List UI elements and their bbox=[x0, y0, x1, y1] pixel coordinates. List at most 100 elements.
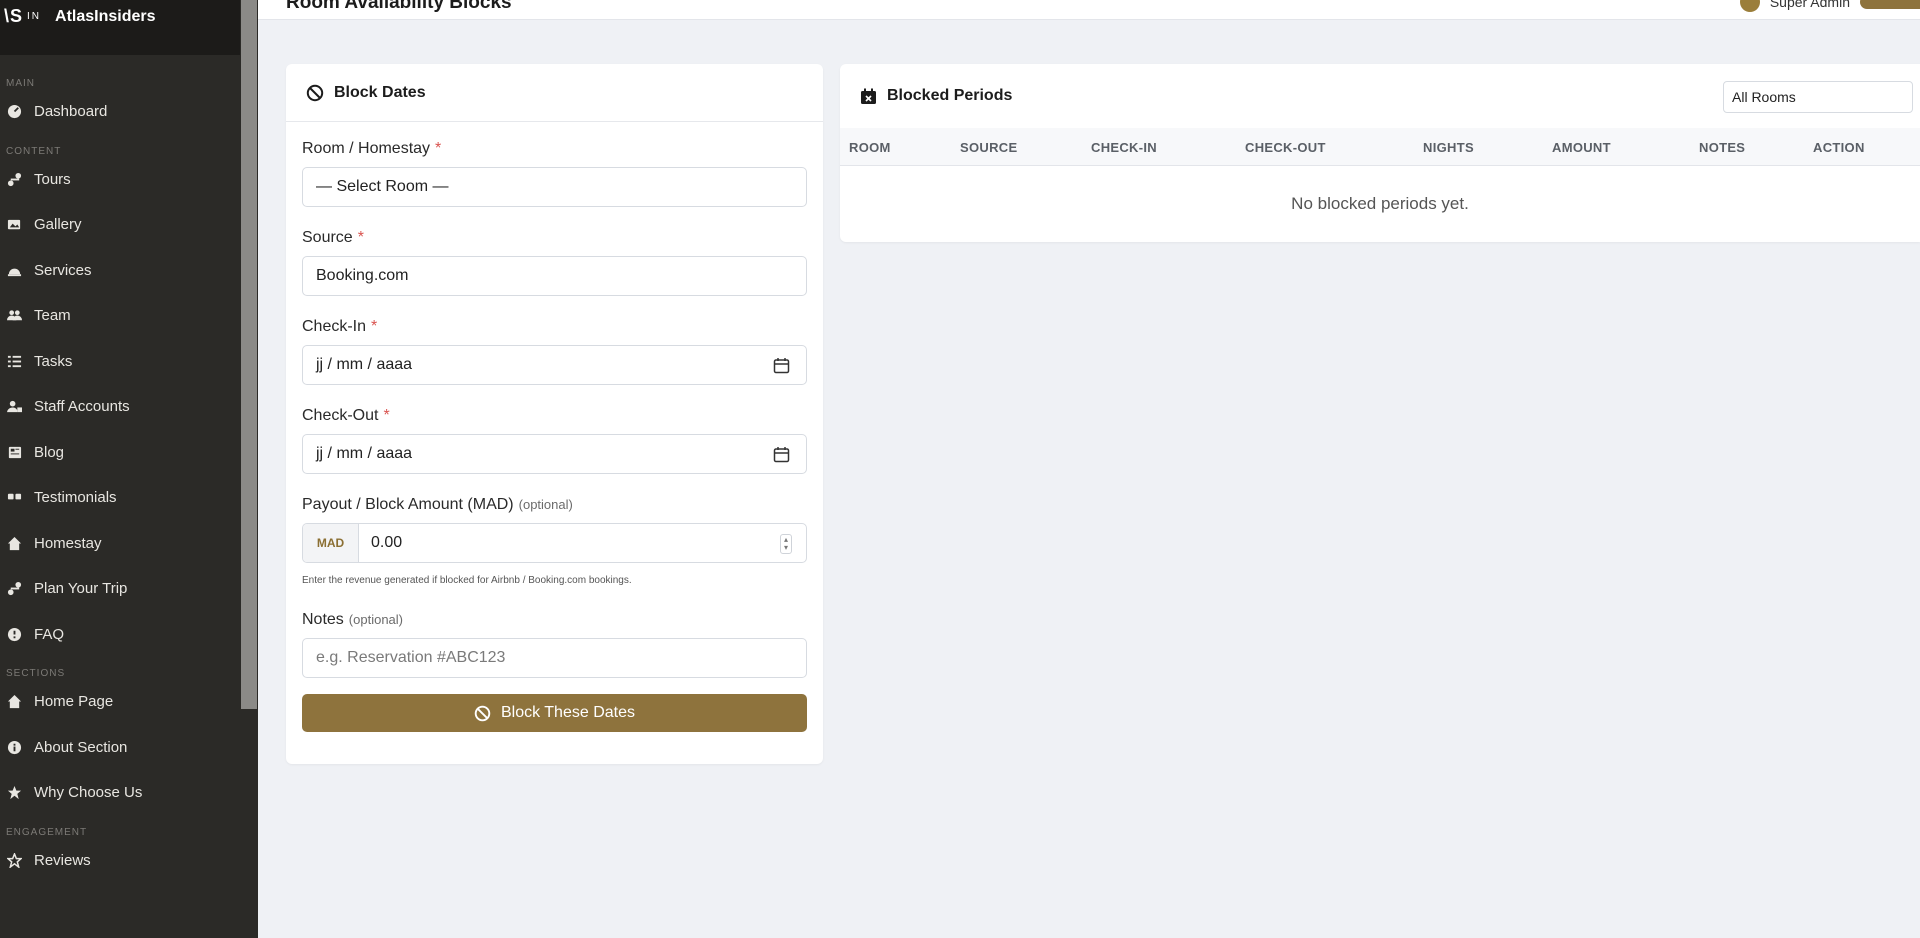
sidebar-item-team[interactable]: Team bbox=[0, 293, 240, 339]
sidebar-item-tours[interactable]: Tours bbox=[0, 157, 240, 203]
block-dates-button[interactable]: Block These Dates bbox=[302, 694, 807, 732]
dashboard-icon bbox=[6, 104, 22, 120]
section-label-engagement: ENGAGEMENT bbox=[6, 826, 88, 838]
quote-icon bbox=[6, 490, 22, 506]
sidebar-scrollbar[interactable] bbox=[240, 0, 258, 938]
brand-logo-small: IN bbox=[27, 11, 42, 22]
home-icon bbox=[6, 694, 22, 710]
room-select[interactable]: — Select Room — bbox=[302, 167, 807, 207]
calendar-icon[interactable] bbox=[773, 357, 790, 374]
topbar: Room Availability Blocks Super Admin bbox=[258, 0, 1920, 20]
sidebar-item-about-section[interactable]: About Section bbox=[0, 725, 240, 771]
star-icon bbox=[6, 785, 22, 801]
calendar-icon[interactable] bbox=[773, 446, 790, 463]
column-header-nights[interactable]: NIGHTS bbox=[1423, 140, 1474, 155]
check-out-label-text: Check-Out bbox=[302, 407, 379, 424]
number-spinner[interactable]: ▴ ▾ bbox=[780, 534, 792, 554]
user-menu[interactable]: Super Admin bbox=[1739, 0, 1920, 12]
sidebar-item-plan-your-trip[interactable]: Plan Your Trip bbox=[0, 566, 240, 612]
list-check-icon bbox=[6, 353, 22, 369]
brand[interactable]: \S IN AtlasInsiders bbox=[0, 0, 240, 55]
required-mark: * bbox=[435, 140, 442, 157]
required-mark: * bbox=[371, 318, 378, 335]
route-icon bbox=[6, 581, 22, 597]
calendar-x-icon bbox=[861, 88, 876, 104]
sidebar-item-label: Testimonials bbox=[34, 489, 117, 507]
source-label-text: Source bbox=[302, 229, 353, 246]
sidebar-item-label: About Section bbox=[34, 738, 128, 756]
sidebar-item-why-choose-us[interactable]: Why Choose Us bbox=[0, 770, 240, 816]
required-mark: * bbox=[383, 407, 390, 424]
sidebar-item-label: Home Page bbox=[34, 693, 114, 711]
route-icon bbox=[6, 171, 22, 187]
column-header-check-out[interactable]: CHECK-OUT bbox=[1245, 140, 1326, 155]
sidebar-item-label: Homestay bbox=[34, 534, 102, 552]
sidebar-item-homestay[interactable]: Homestay bbox=[0, 521, 240, 567]
check-in-label: Check-In * bbox=[302, 318, 807, 336]
sidebar-item-reviews[interactable]: Reviews bbox=[0, 838, 240, 884]
sidebar-item-testimonials[interactable]: Testimonials bbox=[0, 475, 240, 521]
notes-input[interactable]: e.g. Reservation #ABC123 bbox=[302, 638, 807, 678]
sidebar-item-label: Tours bbox=[34, 170, 71, 188]
blocked-periods-title: Blocked Periods bbox=[887, 87, 1013, 104]
sidebar-item-blog[interactable]: Blog bbox=[0, 430, 240, 476]
check-in-date-input[interactable]: jj / mm / aaaa bbox=[302, 345, 807, 385]
currency-prefix: MAD bbox=[303, 524, 359, 562]
check-in-value: jj / mm / aaaa bbox=[316, 356, 413, 373]
column-header-room[interactable]: ROOM bbox=[849, 140, 891, 155]
sidebar-item-label: Reviews bbox=[34, 851, 91, 869]
user-name: Super Admin bbox=[1769, 0, 1850, 10]
user-lock-icon bbox=[6, 399, 22, 415]
section-label-content: CONTENT bbox=[6, 145, 62, 157]
sidebar-item-services[interactable]: Services bbox=[0, 248, 240, 294]
room-filter-select[interactable]: All Rooms bbox=[1723, 81, 1913, 113]
ban-icon bbox=[474, 705, 491, 721]
optional-tag: (optional) bbox=[348, 612, 403, 627]
amount-label: Payout / Block Amount (MAD) (optional) bbox=[302, 496, 807, 514]
block-dates-button-label: Block These Dates bbox=[501, 704, 635, 721]
check-in-label-text: Check-In bbox=[302, 318, 367, 335]
amount-label-text: Payout / Block Amount (MAD) bbox=[302, 496, 514, 513]
sidebar: \S IN AtlasInsiders MAIN Dashboard CONTE… bbox=[0, 0, 258, 938]
ban-icon bbox=[306, 84, 324, 101]
sidebar-item-label: Why Choose Us bbox=[34, 784, 143, 802]
column-header-check-in[interactable]: CHECK-IN bbox=[1091, 140, 1157, 155]
section-label-sections: SECTIONS bbox=[6, 668, 66, 679]
notes-label: Notes (optional) bbox=[302, 611, 807, 629]
amount-hint: Enter the revenue generated if blocked f… bbox=[302, 575, 632, 586]
column-header-source[interactable]: SOURCE bbox=[960, 140, 1017, 155]
sidebar-item-dashboard[interactable]: Dashboard bbox=[0, 89, 240, 135]
sidebar-item-label: Plan Your Trip bbox=[34, 580, 128, 598]
star-outline-icon bbox=[6, 852, 22, 868]
check-out-date-input[interactable]: jj / mm / aaaa bbox=[302, 434, 807, 474]
empty-state: No blocked periods yet. bbox=[1291, 194, 1469, 213]
column-header-amount[interactable]: AMOUNT bbox=[1552, 140, 1611, 155]
sidebar-item-label: Gallery bbox=[34, 216, 82, 234]
sidebar-item-gallery[interactable]: Gallery bbox=[0, 202, 240, 248]
block-dates-card: Block Dates Room / Homestay * — Select Ro… bbox=[286, 64, 823, 764]
column-header-action[interactable]: ACTION bbox=[1813, 140, 1865, 155]
sidebar-item-tasks[interactable]: Tasks bbox=[0, 339, 240, 385]
source-input[interactable]: Booking.com bbox=[302, 256, 807, 296]
question-icon bbox=[6, 626, 22, 642]
required-mark: * bbox=[357, 229, 364, 246]
block-dates-title: Block Dates bbox=[334, 83, 426, 101]
check-out-label: Check-Out * bbox=[302, 407, 807, 425]
sidebar-item-label: Staff Accounts bbox=[34, 398, 130, 416]
sidebar-item-staff-accounts[interactable]: Staff Accounts bbox=[0, 384, 240, 430]
optional-tag: (optional) bbox=[518, 497, 573, 512]
column-header-notes[interactable]: NOTES bbox=[1699, 140, 1745, 155]
sidebar-nav: \S IN AtlasInsiders MAIN Dashboard CONTE… bbox=[0, 0, 240, 938]
source-label: Source * bbox=[302, 229, 807, 247]
sidebar-item-label: FAQ bbox=[34, 625, 65, 643]
sidebar-item-label: Dashboard bbox=[34, 103, 108, 121]
amount-value: 0.00 bbox=[371, 534, 403, 551]
amount-input[interactable]: 0.00 ▴ ▾ bbox=[359, 524, 806, 562]
brand-logo: \S IN bbox=[4, 6, 41, 27]
sidebar-item-faq[interactable]: FAQ bbox=[0, 612, 240, 658]
role-badge bbox=[1860, 0, 1920, 9]
amount-input-group: MAD 0.00 ▴ ▾ bbox=[302, 523, 807, 563]
sidebar-item-home-page[interactable]: Home Page bbox=[0, 679, 240, 725]
sidebar-scrollbar-thumb[interactable] bbox=[241, 0, 257, 709]
avatar bbox=[1739, 0, 1760, 12]
